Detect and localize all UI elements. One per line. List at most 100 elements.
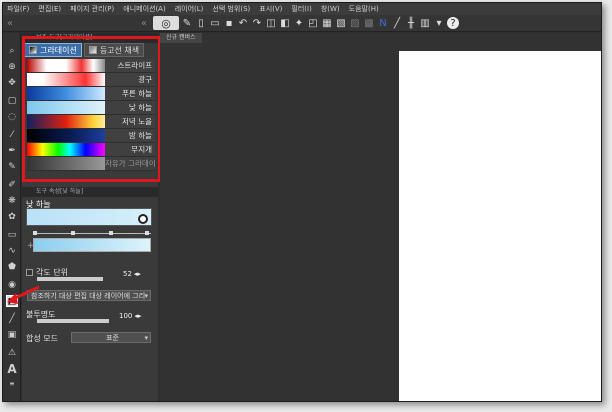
- reference-dropdown[interactable]: 참조하기 대상 편집 대상 레이어에 그리: [27, 290, 151, 301]
- document-tab[interactable]: 신규 캔버스: [160, 33, 202, 43]
- tab-gradient-label: 그라데이션: [40, 45, 77, 55]
- menu-file[interactable]: 파일(F): [7, 4, 29, 14]
- opacity-slider[interactable]: [37, 319, 109, 323]
- menu-animation[interactable]: 애니메이션(A): [123, 4, 165, 14]
- clear-selection-icon[interactable]: ◧: [279, 17, 291, 29]
- list-item[interactable]: 스트라이프: [27, 59, 155, 73]
- angle-value-box[interactable]: 52 ◂▸: [123, 270, 141, 278]
- save-icon[interactable]: ▪: [223, 17, 235, 29]
- menu-selection[interactable]: 선택 범위(S): [212, 4, 250, 14]
- gradient-label: 광구: [105, 73, 155, 86]
- brush-icon[interactable]: ✦: [293, 17, 305, 29]
- transform-icon[interactable]: ◰: [307, 17, 319, 29]
- collapse-left-icon[interactable]: «: [7, 18, 17, 29]
- gradient-stop[interactable]: [71, 231, 75, 235]
- tab-contour[interactable]: 등고선 채색: [83, 43, 145, 57]
- menu-edit[interactable]: 편집(E): [38, 4, 61, 14]
- gradient-label: 무지개: [105, 143, 155, 156]
- blend-row: 합성 모드: [26, 333, 58, 344]
- grid-icon[interactable]: ▦: [321, 17, 333, 29]
- gradient-label: 푸른 하늘: [105, 87, 155, 100]
- eraser-tool-icon[interactable]: ▭: [6, 229, 18, 241]
- disabled-tool-icon[interactable]: ▨: [349, 17, 361, 29]
- dropdown-icon[interactable]: ▾: [433, 17, 445, 29]
- blend-tool-icon[interactable]: ∿: [6, 245, 18, 257]
- gradient-ruler: [33, 231, 151, 238]
- airbrush-tool-icon[interactable]: ❋: [6, 195, 18, 207]
- gradient-swatch: [27, 59, 105, 72]
- move-tool-icon[interactable]: ✥: [6, 77, 18, 89]
- list-item[interactable]: 밤 하늘: [27, 129, 155, 143]
- gradient-list: 스트라이프 광구 푸른 하늘 낮 하늘 저녁 노을 밤 하늘 무지개 자유가 그…: [27, 59, 155, 177]
- list-item[interactable]: 광구: [27, 73, 155, 87]
- stepper-icon[interactable]: ◂▸: [134, 270, 141, 278]
- menu-layer[interactable]: 레이어(L): [175, 4, 204, 14]
- opacity-value-box[interactable]: 100 ◂▸: [119, 312, 141, 320]
- new-file-icon[interactable]: ▯: [195, 17, 207, 29]
- gradient-label: 저녁 노을: [105, 115, 155, 128]
- help-icon[interactable]: ?: [447, 17, 459, 29]
- text-tool-icon[interactable]: A: [6, 363, 18, 375]
- blend-dropdown[interactable]: 표준: [71, 332, 151, 343]
- collapse-left-icon[interactable]: «: [141, 18, 151, 29]
- gradient-swatch: [27, 87, 105, 100]
- disabled-tool-icon[interactable]: ▩: [363, 17, 375, 29]
- undo-icon[interactable]: ↶: [237, 17, 249, 29]
- menu-page[interactable]: 페이지 관리(P): [70, 4, 114, 14]
- gradient-stop[interactable]: [33, 231, 37, 235]
- pen-tool-icon[interactable]: ✒: [6, 145, 18, 157]
- tab-gradient[interactable]: 그라데이션: [24, 43, 82, 57]
- app-logo-icon[interactable]: ◎: [153, 16, 179, 30]
- brush-tool-icon[interactable]: ✐: [6, 179, 18, 191]
- eyedropper-tool-icon[interactable]: ⁄: [6, 129, 18, 141]
- gradient-stop[interactable]: [145, 231, 149, 235]
- ruler-tool-icon[interactable]: ⚠: [6, 347, 18, 359]
- decoration-tool-icon[interactable]: ✿: [6, 211, 18, 223]
- balloon-tool-icon[interactable]: ❞: [6, 381, 18, 393]
- open-folder-icon[interactable]: ▭: [209, 17, 221, 29]
- list-item[interactable]: 푸른 하늘: [27, 87, 155, 101]
- selection-tool-icon[interactable]: ▢: [6, 95, 18, 107]
- menu-help[interactable]: 도움말(H): [349, 4, 379, 14]
- angle-checkbox[interactable]: [26, 269, 33, 276]
- gradient-label: 밤 하늘: [105, 129, 155, 142]
- gradient-swatch: [27, 129, 105, 142]
- list-item[interactable]: 자유가 그라데이션: [27, 157, 155, 171]
- contour-icon: [88, 46, 97, 54]
- snap-grid-icon[interactable]: ╫: [405, 17, 417, 29]
- list-item[interactable]: 낮 하늘: [27, 101, 155, 115]
- frame-tool-icon[interactable]: ▣: [6, 329, 18, 341]
- menu-window[interactable]: 창(W): [321, 4, 340, 14]
- menu-filter[interactable]: 필터(I): [291, 4, 311, 14]
- gradient-editor[interactable]: [33, 231, 151, 257]
- fill-tool-icon[interactable]: ⬟: [6, 261, 18, 273]
- angle-slider[interactable]: [37, 277, 103, 281]
- gradient-edit-bar[interactable]: [33, 238, 151, 252]
- lasso-tool-icon[interactable]: ◌: [6, 111, 18, 123]
- gradient-stop[interactable]: [109, 231, 113, 235]
- zoom-tool-icon[interactable]: ⌕: [6, 45, 18, 57]
- snap-ruler-icon[interactable]: N: [377, 17, 389, 29]
- crop-icon[interactable]: ▧: [335, 17, 347, 29]
- workspace-icon[interactable]: ▥: [419, 17, 431, 29]
- clear-icon[interactable]: ◫: [265, 17, 277, 29]
- pen-icon[interactable]: ✎: [181, 17, 193, 29]
- opacity-value: 100: [119, 312, 133, 320]
- pencil-tool-icon[interactable]: ✎: [6, 161, 18, 173]
- command-bar: « « ◎ ✎ ▯ ▭ ▪ ↶ ↷ ◫ ◧ ✦ ◰ ▦ ▧ ▨ ▩ N ╱ ╫ …: [3, 15, 601, 32]
- list-item[interactable]: 무지개: [27, 143, 155, 157]
- list-item[interactable]: 저녁 노을: [27, 115, 155, 129]
- gradient-swatch: [27, 73, 105, 86]
- snap-special-icon[interactable]: ╱: [391, 17, 403, 29]
- redo-icon[interactable]: ↷: [251, 17, 263, 29]
- gradient-label: 낮 하늘: [105, 101, 155, 114]
- drawing-canvas[interactable]: [399, 51, 601, 401]
- gradient-icon: [29, 46, 37, 54]
- operation-tool-icon[interactable]: ⊕: [6, 61, 18, 73]
- stepper-icon[interactable]: ◂▸: [134, 312, 141, 320]
- gradient-preview[interactable]: [26, 208, 152, 226]
- panel-title: 보조 도구[그라데이션]: [22, 33, 158, 43]
- menu-view[interactable]: 표시(V): [259, 4, 282, 14]
- angle-value: 52: [123, 270, 132, 278]
- magnifier-icon[interactable]: [138, 214, 148, 224]
